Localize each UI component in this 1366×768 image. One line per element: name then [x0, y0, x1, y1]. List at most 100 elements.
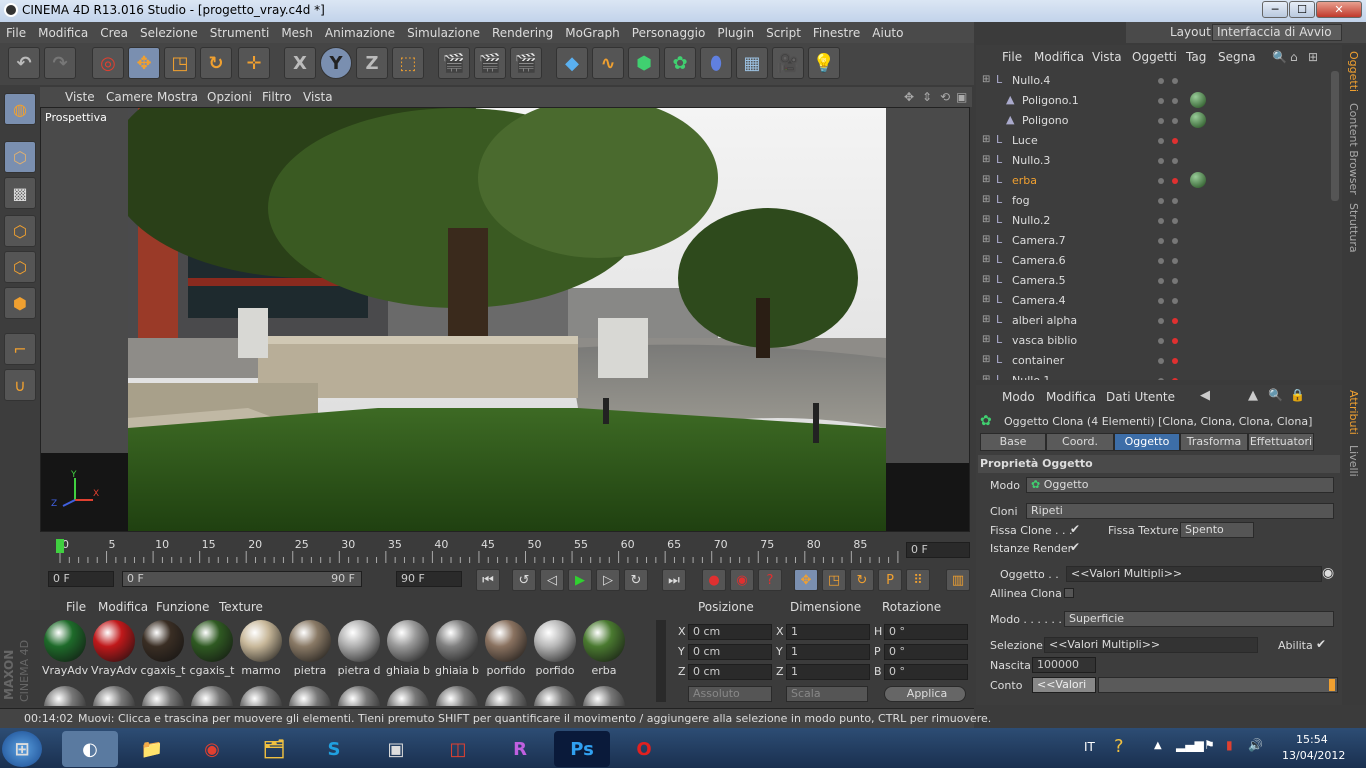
- object-home-icon[interactable]: ⌂: [1290, 50, 1298, 64]
- render-visibility-dot[interactable]: [1172, 218, 1178, 224]
- tab-effettuatori[interactable]: Effettuatori: [1248, 433, 1314, 451]
- oggetto-link-field[interactable]: <<Valori Multipli>>: [1066, 566, 1322, 582]
- render-visibility-dot[interactable]: [1172, 118, 1178, 124]
- tab-oggetto[interactable]: Oggetto: [1114, 433, 1180, 451]
- material-swatch-row2[interactable]: [142, 686, 184, 706]
- render-visibility-dot[interactable]: [1172, 378, 1178, 380]
- editor-visibility-dot[interactable]: [1158, 118, 1164, 124]
- language-indicator[interactable]: IT: [1084, 740, 1095, 754]
- rotation-field[interactable]: 0 °: [884, 664, 968, 680]
- coordinate-mode-select[interactable]: Assoluto: [688, 686, 772, 702]
- menu-strumenti[interactable]: Strumenti: [210, 26, 270, 40]
- viewport-rotate-icon[interactable]: ⟲: [940, 90, 950, 104]
- y-axis-lock-button[interactable]: Y: [320, 47, 352, 79]
- menu-selezione[interactable]: Selezione: [140, 26, 198, 40]
- minimize-button[interactable]: ─: [1262, 1, 1288, 18]
- material-swatch-row2[interactable]: [534, 686, 576, 706]
- editor-visibility-dot[interactable]: [1158, 158, 1164, 164]
- attr-back-icon[interactable]: ◀: [1200, 388, 1210, 403]
- object-name[interactable]: Nullo.1: [1012, 374, 1050, 380]
- object-name[interactable]: Camera.4: [1012, 294, 1066, 307]
- object-search-icon[interactable]: 🔍: [1272, 50, 1287, 64]
- expand-toggle-icon[interactable]: ⊞: [982, 274, 990, 285]
- expand-toggle-icon[interactable]: ⊞: [982, 254, 990, 265]
- object-tree-row[interactable]: ⊞ L Camera.7: [978, 231, 1328, 251]
- material-swatch[interactable]: ghiaia b: [385, 620, 431, 680]
- menu-file[interactable]: File: [6, 26, 26, 40]
- object-tree-row[interactable]: ▲ Poligono.1: [978, 91, 1328, 111]
- viewport-zoom-icon[interactable]: ⇕: [922, 90, 932, 104]
- material-swatch[interactable]: pietra: [287, 620, 333, 680]
- material-swatch[interactable]: porfido: [483, 620, 529, 680]
- editor-visibility-dot[interactable]: [1158, 278, 1164, 284]
- object-tree[interactable]: ⊞ L Nullo.4 ▲ Poligono.1 ▲ Poligono ⊞ L Luce ⊞ L Nul…: [976, 71, 1336, 380]
- scale-tool-icon[interactable]: ◳: [164, 47, 196, 79]
- render-visibility-dot[interactable]: [1172, 258, 1178, 264]
- editor-visibility-dot[interactable]: [1158, 358, 1164, 364]
- network-signal-icon[interactable]: ▂▄▆: [1176, 738, 1204, 752]
- menu-crea[interactable]: Crea: [100, 26, 128, 40]
- move-tool-icon[interactable]: ✥: [128, 47, 160, 79]
- expand-toggle-icon[interactable]: ⊞: [982, 354, 990, 365]
- key-parameter-icon[interactable]: P: [878, 569, 902, 591]
- material-tag-icon[interactable]: [1190, 172, 1206, 188]
- subdivision-surface-icon[interactable]: ⬢: [628, 47, 660, 79]
- material-swatch-row2[interactable]: [289, 686, 331, 706]
- redo-icon[interactable]: ↷: [44, 47, 76, 79]
- material-menu-modifica[interactable]: Modifica: [98, 600, 148, 614]
- cube-primitive-icon[interactable]: ◆: [556, 47, 588, 79]
- editor-visibility-dot[interactable]: [1158, 78, 1164, 84]
- object-tree-row[interactable]: ⊞ L Nullo.3: [978, 151, 1328, 171]
- key-rotation-icon[interactable]: ↻: [850, 569, 874, 591]
- material-tag-icon[interactable]: [1190, 112, 1206, 128]
- material-swatch-row2[interactable]: [93, 686, 135, 706]
- expand-toggle-icon[interactable]: ⊞: [982, 74, 990, 85]
- side-tab-oggetti[interactable]: Oggetti: [1347, 51, 1360, 92]
- object-name[interactable]: Camera.7: [1012, 234, 1066, 247]
- object-tree-row[interactable]: ⊞ L Nullo.2: [978, 211, 1328, 231]
- end-frame-field[interactable]: 90 F: [396, 571, 462, 587]
- material-swatch[interactable]: ghiaia b: [434, 620, 480, 680]
- go-to-start-icon[interactable]: ⏮: [476, 569, 500, 591]
- next-frame-icon[interactable]: ▷: [596, 569, 620, 591]
- render-visibility-dot[interactable]: [1172, 158, 1178, 164]
- rotation-field[interactable]: 0 °: [884, 624, 968, 640]
- fissa-texture-select[interactable]: Spento: [1180, 522, 1254, 538]
- material-swatch[interactable]: erba: [581, 620, 627, 680]
- expand-toggle-icon[interactable]: ⊞: [982, 334, 990, 345]
- material-swatch-row2[interactable]: [44, 686, 86, 706]
- size-field[interactable]: 1: [786, 644, 870, 660]
- render-view-icon[interactable]: 🎬: [438, 47, 470, 79]
- z-axis-lock-button[interactable]: Z: [356, 47, 388, 79]
- render-visibility-dot[interactable]: [1172, 278, 1178, 284]
- menu-mesh[interactable]: Mesh: [281, 26, 313, 40]
- object-menu-oggetti[interactable]: Oggetti: [1132, 50, 1177, 64]
- position-field[interactable]: 0 cm: [688, 664, 772, 680]
- nascita-field[interactable]: 100000: [1032, 657, 1096, 673]
- object-name[interactable]: erba: [1012, 174, 1037, 187]
- layout-select[interactable]: Interfaccia di Avvio: [1212, 24, 1342, 41]
- object-tree-row[interactable]: ⊞ L Camera.5: [978, 271, 1328, 291]
- spline-pen-icon[interactable]: ∿: [592, 47, 624, 79]
- menu-modifica[interactable]: Modifica: [38, 26, 88, 40]
- menu-rendering[interactable]: Rendering: [492, 26, 553, 40]
- expand-toggle-icon[interactable]: ⊞: [982, 134, 990, 145]
- object-menu-modifica[interactable]: Modifica: [1034, 50, 1084, 64]
- render-visibility-dot[interactable]: [1172, 78, 1178, 84]
- object-tree-row[interactable]: ⊞ Lfog: [978, 191, 1328, 211]
- clock-date[interactable]: 13/04/2012: [1282, 749, 1345, 762]
- timeline[interactable]: 051015202530354045505560657075808590 0 F: [40, 535, 972, 567]
- material-swatch-row2[interactable]: [240, 686, 282, 706]
- object-tree-row[interactable]: ⊞ Lcontainer: [978, 351, 1328, 371]
- edges-mode-icon[interactable]: ⬡: [4, 251, 36, 283]
- material-swatch[interactable]: VrayAdv: [42, 620, 88, 680]
- snap-magnet-icon[interactable]: ∪: [4, 369, 36, 401]
- attr-menu-dati-utente[interactable]: Dati Utente: [1106, 390, 1175, 404]
- menu-plugin[interactable]: Plugin: [717, 26, 754, 40]
- axis-mode-icon[interactable]: ⌐: [4, 333, 36, 365]
- material-swatch[interactable]: porfido: [532, 620, 578, 680]
- side-tab-struttura[interactable]: Struttura: [1347, 203, 1360, 253]
- key-scale-icon[interactable]: ◳: [822, 569, 846, 591]
- key-position-icon[interactable]: ✥: [794, 569, 818, 591]
- previous-key-icon[interactable]: ↺: [512, 569, 536, 591]
